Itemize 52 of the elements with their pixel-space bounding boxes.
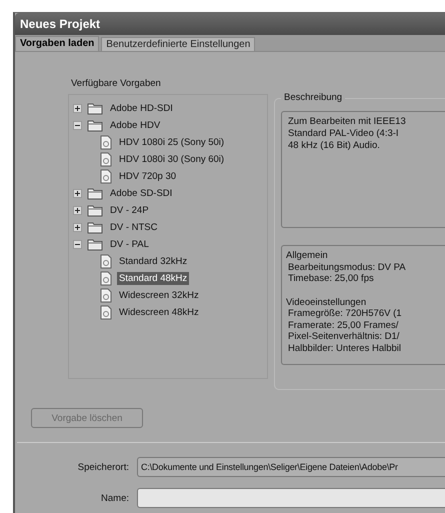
description-line: Zum Bearbeiten mit IEEE13: [288, 116, 406, 127]
folder-icon: [87, 102, 103, 115]
document-icon: [100, 135, 112, 150]
folder-icon: [87, 238, 103, 251]
document-icon: [100, 305, 112, 320]
expander-icon[interactable]: [73, 240, 82, 249]
tree-item[interactable]: Widescreen 48kHz: [117, 306, 201, 319]
tree-item[interactable]: HDV 1080i 25 (Sony 50i): [117, 136, 226, 149]
folder-icon: [87, 204, 103, 217]
details-line: Timebase: 25,00 fps: [288, 273, 374, 284]
name-label: Name:: [100, 492, 130, 504]
details-line: Pixel-Seitenverhältnis: D1/: [288, 331, 400, 342]
folder-icon: [87, 119, 103, 132]
location-label: Speicherort:: [76, 462, 130, 472]
tree-item[interactable]: Standard 48kHz: [117, 272, 190, 285]
tab[interactable]: Vorgaben laden: [15, 36, 100, 51]
expander-icon[interactable]: [73, 104, 82, 113]
tree-item[interactable]: HDV 1080i 30 (Sony 60i): [117, 153, 226, 166]
tree-item[interactable]: DV - NTSC: [108, 221, 160, 234]
tree-item[interactable]: Adobe HD-SDI: [108, 102, 175, 115]
document-icon: [100, 169, 112, 184]
details-heading: Videoeinstellungen: [286, 296, 366, 308]
folder-icon: [87, 221, 103, 234]
tab[interactable]: Benutzerdefinierte Einstellungen: [101, 37, 256, 51]
tree-item[interactable]: DV - 24P: [108, 204, 151, 217]
tree-item[interactable]: Adobe HDV: [108, 119, 162, 132]
details-line: Bearbeitungsmodus: DV PA: [288, 262, 406, 272]
tree-item[interactable]: Adobe SD-SDI: [108, 187, 174, 200]
details-line: Framegröße: 720H576V (1: [288, 308, 402, 319]
details-line: Halbbilder: Unteres Halbbil: [288, 342, 401, 354]
expander-icon[interactable]: [73, 189, 82, 198]
details-heading: Allgemein: [286, 250, 328, 261]
tree-item[interactable]: DV - PAL: [108, 238, 151, 251]
document-icon: [100, 271, 112, 286]
expander-icon[interactable]: [73, 223, 82, 232]
document-icon: [100, 254, 112, 269]
window-title: Neues Projekt: [20, 17, 100, 31]
presets-label: Verfügbare Vorgaben: [71, 78, 162, 91]
document-icon: [100, 152, 112, 167]
tree-item[interactable]: Widescreen 32kHz: [117, 289, 201, 302]
tree-item[interactable]: Standard 32kHz: [117, 255, 190, 268]
expander-icon[interactable]: [73, 121, 82, 130]
folder-icon: [87, 187, 103, 200]
description-line: 48 kHz (16 Bit) Audio.: [288, 140, 380, 151]
expander-icon[interactable]: [73, 206, 82, 215]
group-legend: Beschreibung: [281, 92, 346, 103]
document-icon: [100, 288, 112, 303]
tree-item[interactable]: HDV 720p 30: [117, 170, 178, 183]
details-line: Framerate: 25,00 Frames/: [288, 320, 398, 330]
description-line: Standard PAL-Video (4:3-I: [288, 128, 399, 139]
location-field[interactable]: C:\Dokumente und Einstellungen\Seliger\Eigene Dateien\Adobe\Pr: [137, 457, 445, 477]
name-field[interactable]: [137, 488, 445, 508]
